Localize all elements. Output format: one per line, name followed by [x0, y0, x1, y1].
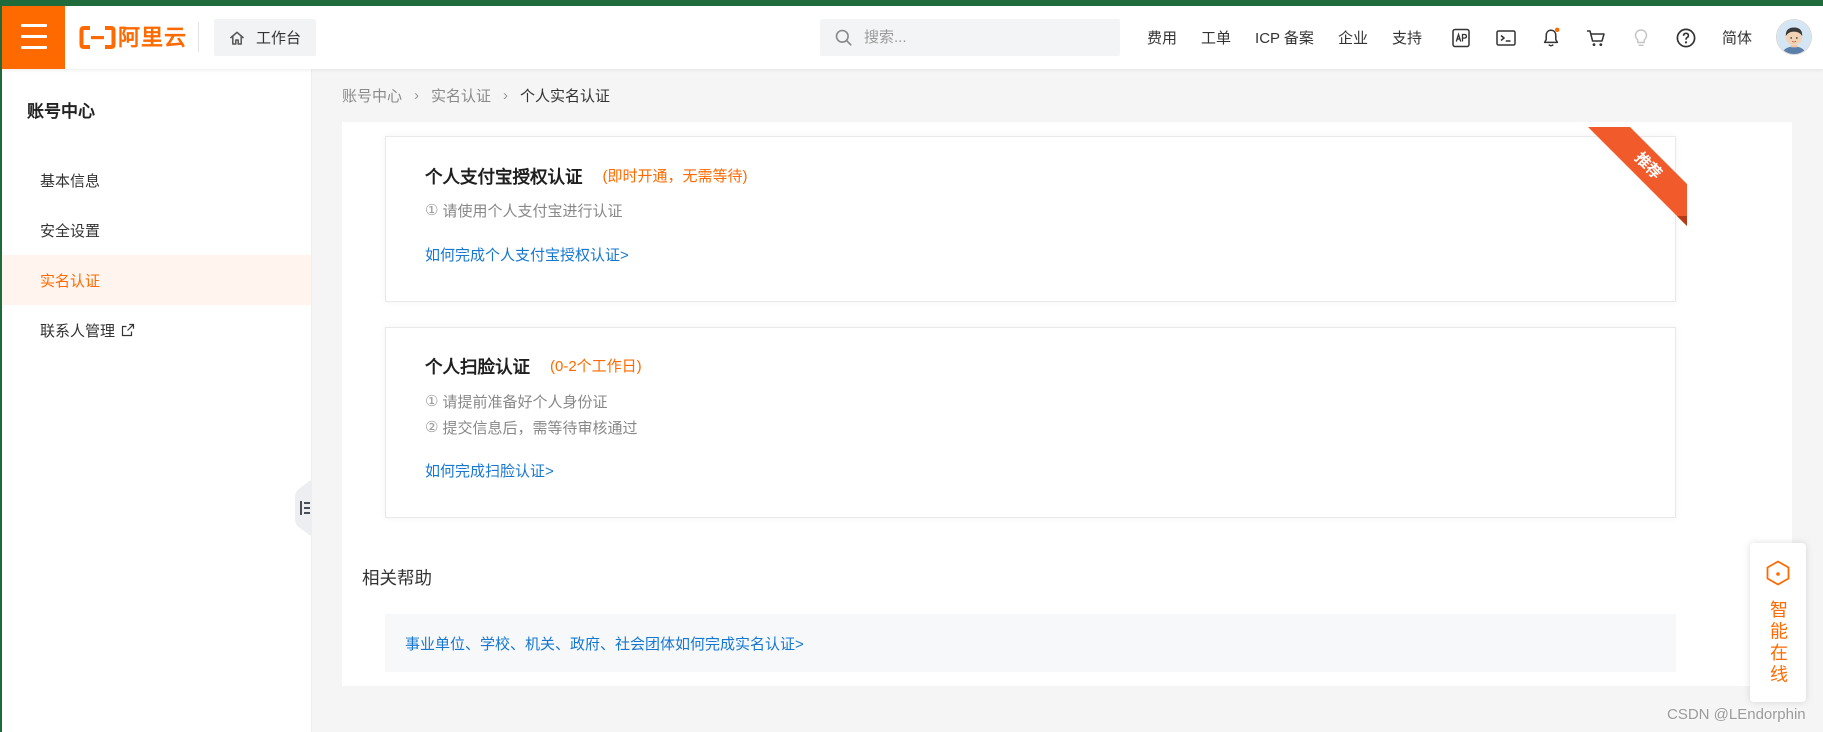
card-title: 个人支付宝授权认证 [425, 167, 583, 187]
nav-icp-filing[interactable]: ICP 备案 [1255, 27, 1314, 48]
menu-button[interactable] [2, 6, 65, 69]
notification-dot [1555, 27, 1560, 32]
content-panel: 个人支付宝授权认证 (即时开通，无需等待) ① 请使用个人支付宝进行认证 如何完… [342, 122, 1792, 686]
sidebar-collapse-handle[interactable] [295, 479, 312, 537]
recommend-ribbon: 推荐 [1588, 127, 1687, 226]
face-scan-help-link[interactable]: 如何完成扫脸认证> [425, 461, 554, 483]
menu-icon-line [21, 24, 47, 27]
sidebar-item-security[interactable]: 安全设置 [2, 205, 311, 255]
sidebar-item-real-name[interactable]: 实名认证 [2, 255, 311, 305]
bulb-icon[interactable] [1630, 27, 1652, 49]
sidebar-item-contacts[interactable]: 联系人管理 [2, 305, 311, 355]
sidebar-item-basic-info[interactable]: 基本信息 [2, 155, 311, 205]
aliyun-logo[interactable]: 阿里云 [79, 25, 187, 50]
step-text: 提交信息后，需等待审核通过 [442, 419, 638, 437]
bell-icon[interactable] [1540, 27, 1562, 49]
top-header: 阿里云 工作台 费用 工单 ICP 备案 企业 支持 [0, 6, 1823, 69]
nav-enterprise[interactable]: 企业 [1338, 27, 1368, 48]
nav-support[interactable]: 支持 [1392, 27, 1422, 48]
step-number: ① [425, 393, 439, 410]
card-title-row: 个人扫脸认证 (0-2个工作日) [425, 356, 642, 378]
card-title: 个人扫脸认证 [425, 357, 530, 377]
api-icon[interactable] [1450, 27, 1472, 49]
card-title-row: 个人支付宝授权认证 (即时开通，无需等待) [425, 166, 748, 188]
header-icon-bar [1450, 6, 1697, 69]
step-text: 请提前准备好个人身份证 [442, 393, 608, 411]
alipay-auth-help-link[interactable]: 如何完成个人支付宝授权认证> [425, 245, 629, 267]
collapse-icon [295, 479, 312, 537]
workbench-button[interactable]: 工作台 [214, 19, 316, 56]
top-nav: 费用 工单 ICP 备案 企业 支持 [1147, 6, 1422, 69]
smart-online-chat-button[interactable]: 智能在线 [1750, 543, 1806, 702]
step-number: ① [425, 202, 439, 219]
menu-icon-line [21, 35, 47, 38]
sidebar-item-label: 安全设置 [40, 222, 101, 240]
card-step: ① 请使用个人支付宝进行认证 [425, 199, 622, 221]
language-switch[interactable]: 简体 [1722, 6, 1752, 69]
window-frame-left [0, 0, 2, 732]
breadcrumb: 账号中心 › 实名认证 › 个人实名认证 [342, 84, 610, 106]
sidebar-title: 账号中心 [27, 102, 95, 121]
avatar[interactable] [1776, 19, 1812, 55]
card-tag: (即时开通，无需等待) [602, 168, 748, 185]
hexagon-icon [1763, 558, 1793, 588]
chat-label: 智能在线 [1768, 600, 1788, 686]
sidebar-item-label: 实名认证 [40, 272, 101, 290]
menu-icon-line [21, 46, 47, 49]
breadcrumb-account-center[interactable]: 账号中心 [342, 85, 402, 106]
sidebar-menu: 基本信息 安全设置 实名认证 联系人管理 [2, 155, 311, 355]
card-tag: (0-2个工作日) [550, 358, 642, 375]
chat-label-wrapper: 智能在线 [1750, 600, 1806, 686]
terminal-icon[interactable] [1495, 27, 1517, 49]
nav-fees[interactable]: 费用 [1147, 27, 1177, 48]
cart-icon[interactable] [1585, 27, 1607, 49]
search-box[interactable] [820, 19, 1120, 56]
card-step: ② 提交信息后，需等待审核通过 [425, 416, 637, 438]
aliyun-logo-icon [79, 26, 116, 49]
workbench-label: 工作台 [256, 30, 302, 47]
home-icon [230, 31, 244, 45]
sidebar: 账号中心 基本信息 安全设置 实名认证 联系人管理 [2, 69, 312, 732]
sidebar-item-label: 基本信息 [40, 172, 101, 190]
nav-tickets[interactable]: 工单 [1201, 27, 1231, 48]
search-icon [835, 29, 852, 46]
header-divider [198, 22, 199, 52]
breadcrumb-separator: › [503, 86, 509, 104]
avatar-image [1777, 20, 1811, 54]
step-number: ② [425, 419, 439, 436]
help-icon[interactable] [1675, 27, 1697, 49]
search-input[interactable] [864, 29, 1104, 46]
breadcrumb-real-name[interactable]: 实名认证 [431, 85, 491, 106]
window-frame-top [0, 0, 1823, 6]
breadcrumb-current: 个人实名认证 [520, 87, 611, 105]
related-help-box: 事业单位、学校、机关、政府、社会团体如何完成实名认证> [385, 614, 1676, 672]
card-step: ① 请提前准备好个人身份证 [425, 390, 607, 412]
breadcrumb-separator: › [414, 86, 420, 104]
step-text: 请使用个人支付宝进行认证 [442, 202, 623, 220]
organization-verification-link[interactable]: 事业单位、学校、机关、政府、社会团体如何完成实名认证> [405, 633, 804, 654]
sidebar-item-label: 联系人管理 [40, 322, 116, 340]
alipay-auth-card[interactable]: 个人支付宝授权认证 (即时开通，无需等待) ① 请使用个人支付宝进行认证 如何完… [385, 127, 1687, 302]
external-link-icon [121, 323, 135, 337]
related-help-title: 相关帮助 [362, 568, 432, 588]
watermark: CSDN @LEndorphin [1667, 706, 1806, 723]
face-scan-card[interactable]: 个人扫脸认证 (0-2个工作日) ① 请提前准备好个人身份证 ② 提交信息后，需… [385, 327, 1676, 518]
logo-text: 阿里云 [118, 25, 188, 50]
